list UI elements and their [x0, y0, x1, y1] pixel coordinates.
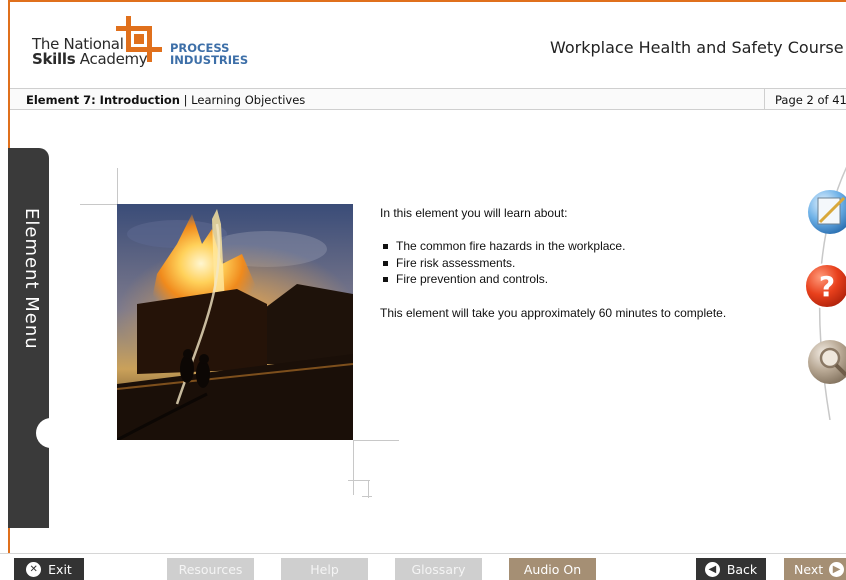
course-title: Workplace Health and Safety Course — [550, 38, 844, 57]
help-question-icon[interactable]: ? — [804, 263, 846, 309]
breadcrumb-element: Element 7: Introduction — [26, 93, 180, 107]
firefighters-photo — [117, 204, 353, 440]
academy-logo-icon — [116, 16, 162, 62]
glossary-button[interactable]: Glossary — [395, 558, 482, 580]
audio-toggle-button[interactable]: Audio On — [509, 558, 596, 580]
arrow-left-icon: ◀ — [704, 562, 720, 577]
breadcrumb-section: Learning Objectives — [191, 93, 306, 107]
magnifier-icon[interactable] — [808, 340, 846, 384]
objectives-list: The common fire hazards in the workplace… — [382, 238, 625, 288]
page-number: Page 2 of 41 — [764, 89, 846, 109]
exit-button[interactable]: ✕ Exit — [14, 558, 84, 580]
list-item: Fire risk assessments. — [382, 255, 625, 272]
list-item: The common fire hazards in the workplace… — [382, 238, 625, 255]
close-icon: ✕ — [26, 562, 42, 577]
svg-text:?: ? — [819, 270, 835, 303]
help-button[interactable]: Help — [281, 558, 368, 580]
back-button[interactable]: ◀ Back — [696, 558, 766, 580]
resources-button[interactable]: Resources — [167, 558, 254, 580]
logo-subtitle: PROCESS INDUSTRIES — [170, 41, 249, 67]
footer-nav: ✕ Exit Resources Help Glossary Audio On … — [0, 553, 846, 580]
breadcrumb: Element 7: Introduction | Learning Objec… — [26, 93, 306, 107]
element-menu-tab[interactable]: Element Menu — [8, 148, 56, 528]
crop-mark — [80, 204, 117, 205]
element-menu-label: Element Menu — [21, 208, 42, 350]
arrow-right-icon: ▶ — [829, 562, 845, 577]
intro-text: In this element you will learn about: — [380, 206, 568, 220]
duration-text: This element will take you approximately… — [380, 306, 727, 320]
next-button[interactable]: Next ▶ — [784, 558, 846, 580]
crop-mark — [362, 496, 372, 497]
menu-tab-notch — [36, 418, 56, 448]
side-icon-rail: ? — [804, 166, 846, 420]
breadcrumb-bar: Element 7: Introduction | Learning Objec… — [10, 88, 846, 110]
crop-mark — [348, 480, 370, 481]
crop-mark — [353, 440, 399, 441]
list-item: Fire prevention and controls. — [382, 271, 625, 288]
notepad-icon[interactable] — [808, 190, 846, 234]
header: The National Skills Academy PROCESS INDU… — [10, 2, 846, 88]
crop-mark — [117, 168, 118, 204]
crop-mark — [353, 440, 354, 495]
